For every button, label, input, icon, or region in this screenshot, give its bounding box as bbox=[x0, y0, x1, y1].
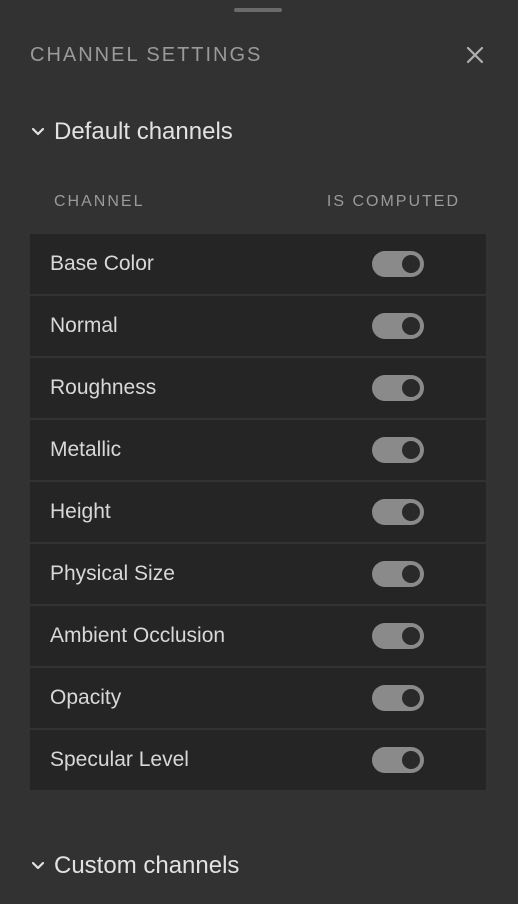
is-computed-toggle[interactable] bbox=[372, 313, 424, 339]
channel-name: Base Color bbox=[50, 252, 154, 275]
toggle-knob bbox=[402, 627, 420, 645]
toggle-knob bbox=[402, 565, 420, 583]
toggle-knob bbox=[402, 317, 420, 335]
chevron-down-icon bbox=[31, 127, 45, 136]
close-button[interactable] bbox=[463, 43, 487, 67]
column-header-is-computed: IS COMPUTED bbox=[326, 193, 460, 210]
channel-settings-panel: CHANNEL SETTINGS Default channels CHANNE… bbox=[0, 0, 518, 904]
is-computed-toggle[interactable] bbox=[372, 685, 424, 711]
is-computed-toggle[interactable] bbox=[372, 437, 424, 463]
panel-header: CHANNEL SETTINGS bbox=[30, 42, 488, 68]
table-row: Roughness bbox=[30, 358, 486, 420]
channel-name: Physical Size bbox=[50, 562, 175, 585]
table-row: Ambient Occlusion bbox=[30, 606, 486, 668]
channel-name: Specular Level bbox=[50, 748, 189, 771]
toggle-knob bbox=[402, 441, 420, 459]
is-computed-toggle[interactable] bbox=[372, 561, 424, 587]
default-channels-section-toggle[interactable]: Default channels bbox=[30, 118, 233, 146]
is-computed-toggle[interactable] bbox=[372, 747, 424, 773]
chevron-down-icon bbox=[31, 861, 45, 870]
section-title: Custom channels bbox=[54, 852, 240, 879]
toggle-knob bbox=[402, 379, 420, 397]
table-row: Specular Level bbox=[30, 730, 486, 790]
close-icon bbox=[466, 46, 484, 64]
table-row: Base Color bbox=[30, 234, 486, 296]
table-row: Metallic bbox=[30, 420, 486, 482]
is-computed-toggle[interactable] bbox=[372, 251, 424, 277]
channel-name: Ambient Occlusion bbox=[50, 624, 226, 647]
toggle-knob bbox=[402, 689, 420, 707]
toggle-knob bbox=[402, 503, 420, 521]
toggle-knob bbox=[402, 255, 420, 273]
panel-title: CHANNEL SETTINGS bbox=[30, 43, 263, 66]
drag-handle[interactable] bbox=[234, 8, 282, 12]
channel-name: Normal bbox=[50, 314, 118, 337]
table-column-headers: CHANNEL IS COMPUTED bbox=[30, 192, 486, 212]
channels-table: Base Color Normal Roughness Metallic Hei… bbox=[30, 234, 486, 790]
channel-name: Roughness bbox=[50, 376, 157, 399]
section-title: Default channels bbox=[54, 118, 233, 145]
toggle-knob bbox=[402, 751, 420, 769]
table-row: Opacity bbox=[30, 668, 486, 730]
channel-name: Height bbox=[50, 500, 111, 523]
channel-name: Metallic bbox=[50, 438, 122, 461]
is-computed-toggle[interactable] bbox=[372, 499, 424, 525]
is-computed-toggle[interactable] bbox=[372, 375, 424, 401]
is-computed-toggle[interactable] bbox=[372, 623, 424, 649]
table-row: Physical Size bbox=[30, 544, 486, 606]
custom-channels-section-toggle[interactable]: Custom channels bbox=[30, 852, 239, 880]
channel-name: Opacity bbox=[50, 686, 122, 709]
table-row: Normal bbox=[30, 296, 486, 358]
table-row: Height bbox=[30, 482, 486, 544]
column-header-channel: CHANNEL bbox=[54, 193, 145, 210]
